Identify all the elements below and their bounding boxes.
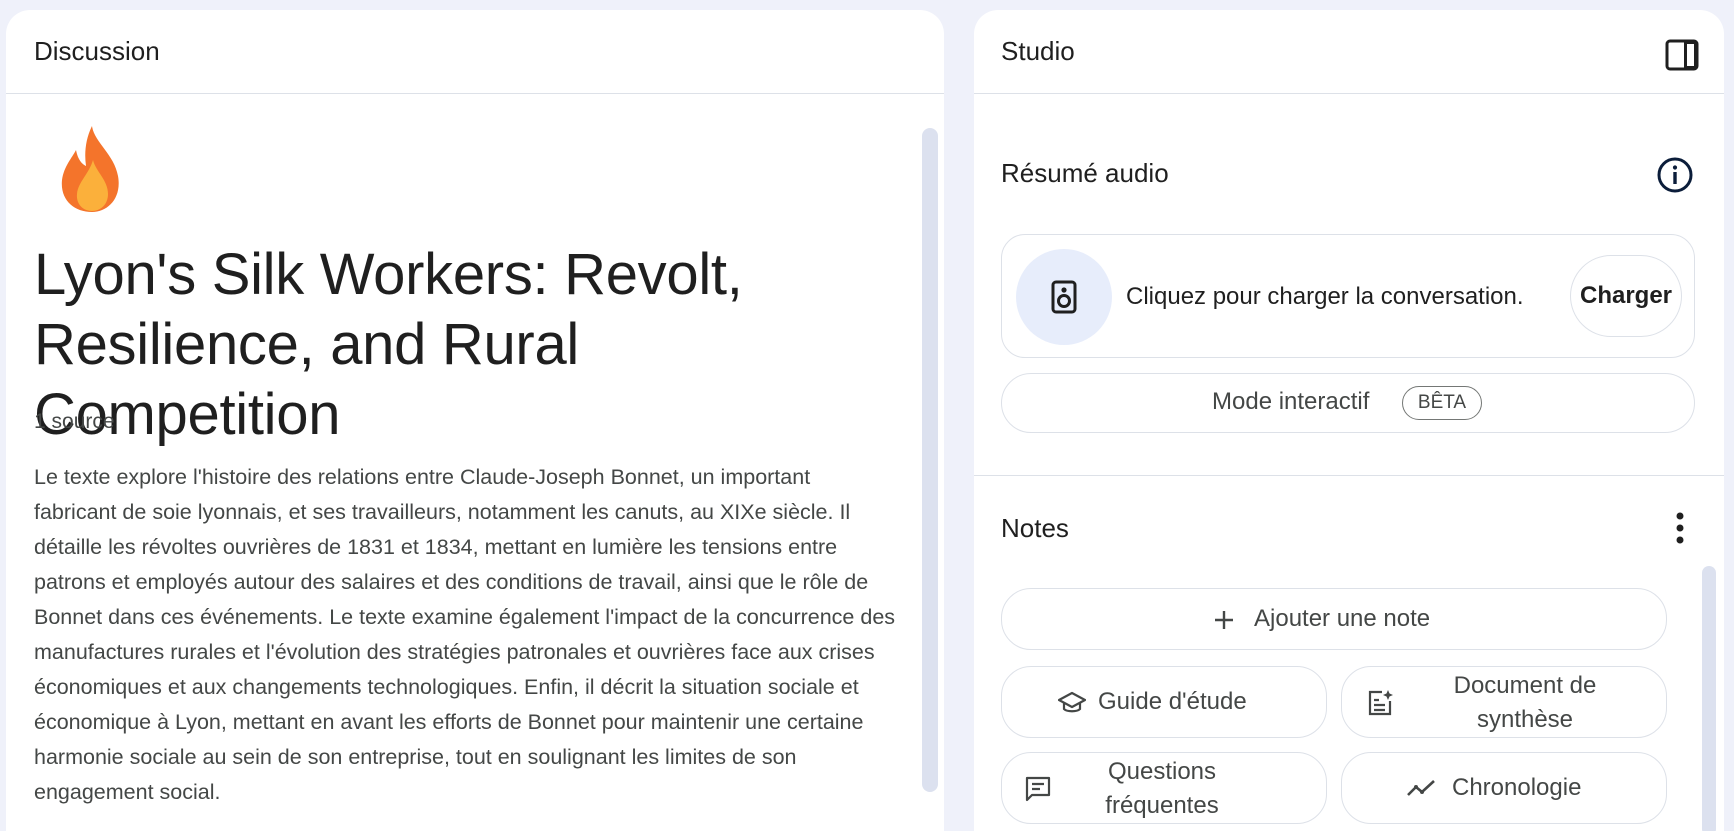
discussion-panel-title: Discussion (34, 36, 160, 66)
timeline-label: Chronologie (1452, 774, 1582, 801)
faq-label: Questions fréquentes (1105, 758, 1219, 819)
plus-icon (1215, 611, 1233, 629)
speaker-icon-container (1016, 249, 1112, 345)
notebook-summary: Le texte explore l'histoire des relation… (34, 465, 896, 804)
timeline-button[interactable]: Chronologie (1341, 752, 1667, 824)
fire-icon (61, 126, 119, 212)
interactive-mode-button[interactable]: Mode interactif BÊTA (1001, 373, 1695, 433)
briefing-doc-label: Document de synthèse (1453, 672, 1597, 733)
notebook-title: Lyon's Silk Workers: Revolt, Resilience,… (34, 242, 743, 447)
graduation-cap-icon (1058, 691, 1086, 713)
beta-badge: BÊTA (1402, 386, 1482, 420)
study-guide-button[interactable]: Guide d'étude (1001, 666, 1327, 738)
faq-button[interactable]: Questions fréquentes (1001, 752, 1327, 824)
speaker-icon (1051, 280, 1077, 314)
studio-panel: Studio Résumé audio Cliquez pour charger… (974, 10, 1724, 831)
discussion-panel: Discussion Lyon's Silk Workers: Revolt, … (6, 10, 944, 831)
studio-panel-title: Studio (1001, 36, 1075, 66)
document-sparkle-icon (1368, 690, 1393, 716)
info-icon[interactable] (1656, 156, 1694, 194)
load-audio-button[interactable]: Charger (1570, 255, 1682, 337)
interactive-mode-label: Mode interactif (1212, 388, 1370, 415)
section-divider (974, 475, 1724, 476)
discussion-scrollbar[interactable] (922, 128, 938, 792)
audio-overview-card: Cliquez pour charger la conversation. Ch… (1001, 234, 1695, 358)
briefing-doc-button[interactable]: Document de synthèse (1341, 666, 1667, 738)
study-guide-label: Guide d'étude (1098, 688, 1247, 715)
trend-line-icon (1407, 780, 1435, 796)
add-note-button[interactable]: Ajouter une note (1001, 588, 1667, 650)
source-count[interactable]: 1 source (34, 410, 115, 434)
studio-header: Studio (974, 10, 1724, 94)
panel-toggle-icon[interactable] (1664, 37, 1700, 73)
notes-title: Notes (1001, 513, 1069, 543)
notes-scrollbar[interactable] (1702, 566, 1716, 831)
audio-overview-title: Résumé audio (1001, 158, 1169, 188)
more-options-icon[interactable] (1669, 510, 1691, 546)
audio-load-prompt: Cliquez pour charger la conversation. (1126, 283, 1524, 310)
chat-bubble-icon (1025, 776, 1051, 802)
add-note-label: Ajouter une note (1254, 605, 1431, 632)
discussion-header: Discussion (6, 10, 944, 94)
